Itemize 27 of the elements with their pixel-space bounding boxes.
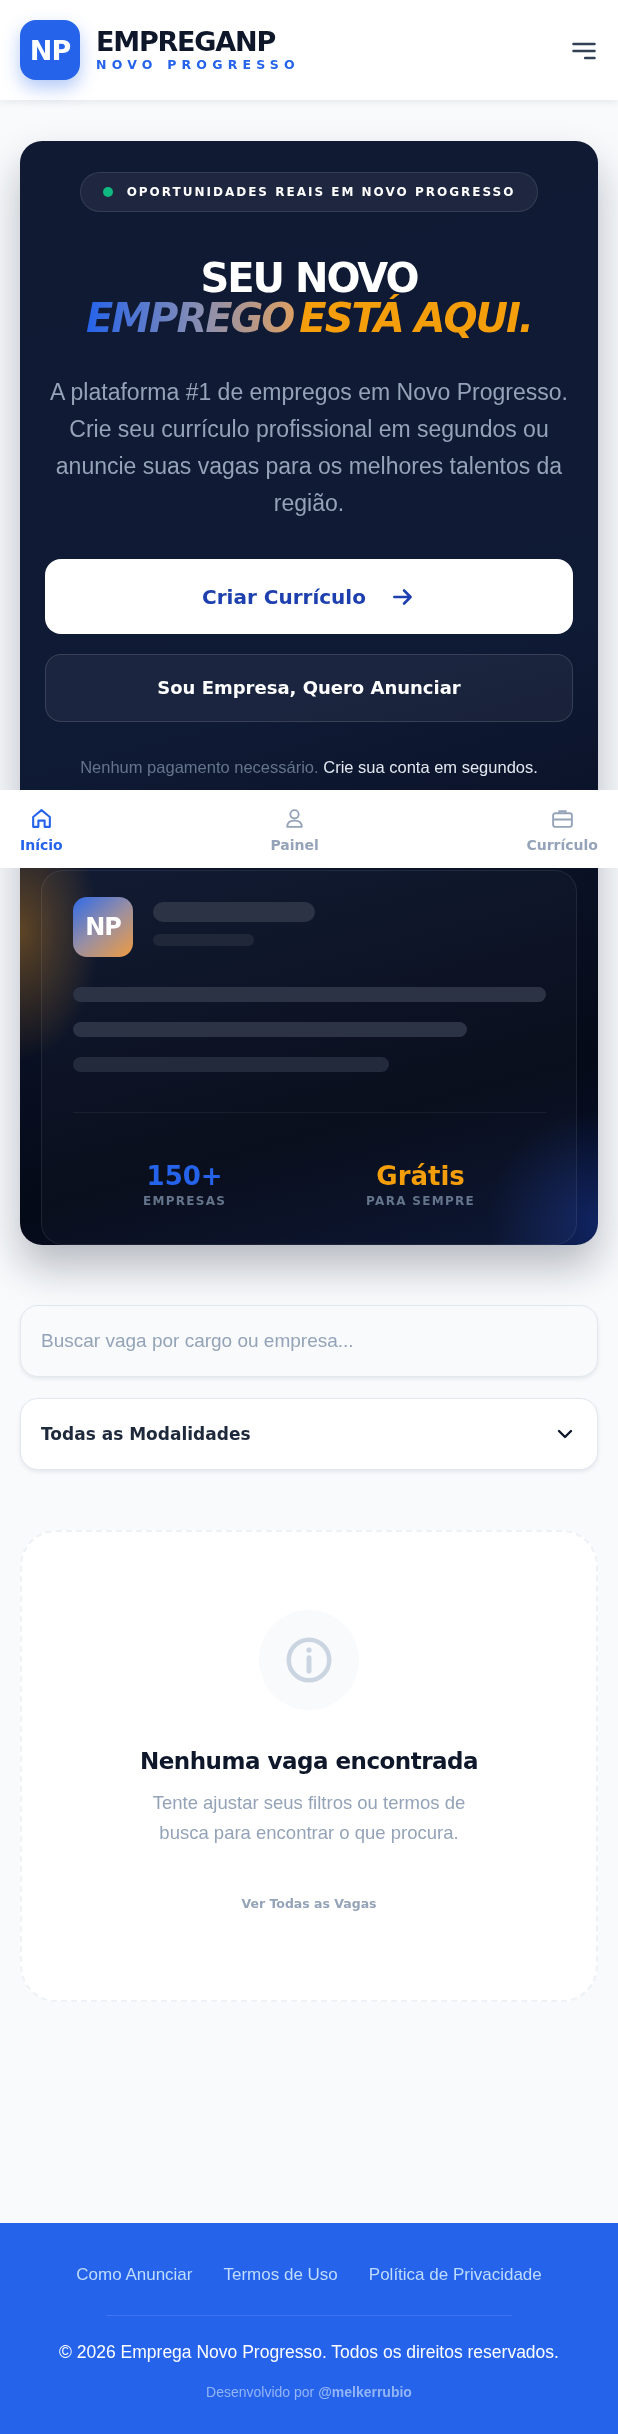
credit-text: Desenvolvido por @melkerrubio [206, 2384, 412, 2400]
brand-name: EMPREGANP [96, 27, 276, 57]
copyright-text: © 2026 Emprega Novo Progresso. Todos os direitos reservados. [59, 2342, 559, 2363]
stat-value: Grátis [376, 1160, 465, 1191]
empty-title: Nenhuma vaga encontrada [139, 1748, 479, 1774]
footer-link[interactable]: Como Anunciar [76, 2265, 193, 2285]
footer-link[interactable]: Política de Privacidade [368, 2265, 542, 2285]
logo-badge: NP [20, 20, 80, 80]
search-field[interactable]: Buscar vaga por cargo ou empresa... [20, 1305, 598, 1377]
nav-tab[interactable]: Início [20, 790, 63, 868]
badge-text: OPORTUNIDADES REAIS EM NOVO PROGRESSO [126, 185, 516, 200]
empty-message: Tente ajustar seus filtros ou termos de busca para encontrar o que procura. [151, 1791, 467, 1845]
preview-logo: NP [73, 896, 133, 957]
filter-dropdown[interactable]: Todas as Modalidades [20, 1398, 598, 1470]
brand-tagline: NOVO PROGRESSO [96, 57, 300, 73]
stat-label: PARA SEMPRE [366, 1193, 476, 1208]
nav-tab[interactable]: Painel [270, 790, 319, 868]
hero-note: Nenhum pagamento necessário. Crie sua conta em segundos. [80, 757, 538, 777]
view-all-link[interactable]: Ver Todas as Vagas [241, 1896, 377, 1911]
stat-label: EMPRESAS [142, 1193, 227, 1208]
create-resume-button[interactable]: Criar Currículo [45, 559, 573, 634]
stat-value: 150+ [146, 1160, 223, 1191]
footer-link[interactable]: Termos de Uso [223, 2265, 338, 2285]
company-button[interactable]: Sou Empresa, Quero Anunciar [45, 653, 573, 722]
status-dot-icon [102, 187, 113, 198]
nav-tab[interactable]: Currículo [526, 790, 598, 868]
hero-description: A plataforma #1 de empregos em Novo Progresso. Crie seu currículo profissional em segundos ou anuncie suas vagas para os melhores talentos da região. [49, 378, 569, 519]
